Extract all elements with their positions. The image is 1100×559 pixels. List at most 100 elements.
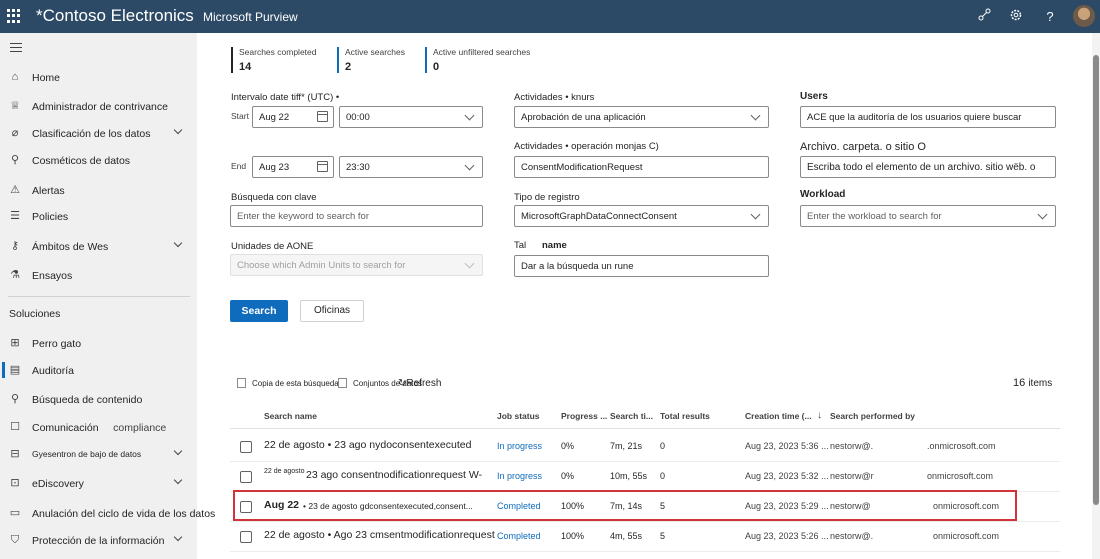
- org-name[interactable]: *Contoso Electronics: [36, 6, 194, 26]
- column-header-search-time[interactable]: Search ti...: [610, 411, 653, 421]
- search-name-input[interactable]: Dar a la búsqueda un rune: [514, 255, 769, 277]
- top-bar: *Contoso Electronics Microsoft Purview ?: [0, 0, 1100, 33]
- stat-value: 0: [433, 61, 440, 73]
- date-range-label: Intervalo date tiff* (UTC) •: [231, 92, 340, 103]
- refresh-button[interactable]: ↻Refresh: [398, 378, 441, 389]
- sidebar-item-label: Ensayos: [32, 270, 73, 282]
- section-label-solutions: Soluciones: [9, 308, 61, 320]
- row-creation-time: Aug 23, 2023 5:26 ...: [745, 531, 829, 541]
- sidebar-item-alerts[interactable]: ⚠ Alertas: [0, 179, 197, 203]
- keyword-input[interactable]: Enter the keyword to search for: [230, 205, 483, 227]
- sidebar-item-data-loss-prevention[interactable]: ⊟ Gyesentron de bajo de datos: [0, 443, 197, 467]
- ediscovery-icon: ⊡: [10, 477, 20, 489]
- workload-select[interactable]: Enter the workload to search for: [800, 205, 1056, 227]
- column-header-job-status[interactable]: Job status: [497, 411, 540, 421]
- row-search-name[interactable]: 22 de agosto • Ago 23 cmsentmodification…: [264, 529, 495, 541]
- search-button[interactable]: Search: [230, 300, 288, 322]
- row-search-time: 10m, 55s: [610, 471, 648, 481]
- scrollbar-thumb[interactable]: [1093, 55, 1099, 505]
- search-icon: ⚲: [10, 393, 20, 405]
- sidebar-item-roles-scopes[interactable]: ⚷ Ámbitos de Wes: [0, 235, 197, 259]
- sort-descending-icon[interactable]: ↓: [817, 410, 822, 421]
- end-date-picker[interactable]: Aug 23: [252, 156, 334, 178]
- admin-units-select[interactable]: Choose which Admin Units to search for: [230, 254, 483, 276]
- sliders-icon: ☰: [10, 210, 20, 222]
- sidebar-item-data-lifecycle[interactable]: ▭ Anulación del ciclo de vida de los dat…: [0, 502, 216, 526]
- stat-value: 2: [345, 61, 352, 73]
- activities-select[interactable]: Aprobación de una aplicación: [514, 106, 769, 128]
- file-folder-site-input[interactable]: Escriba todo el elemento de un archivo. …: [800, 156, 1056, 178]
- stat-active-unfiltered-searches: Active unfiltered searches 0: [425, 47, 530, 73]
- sidebar-item-catalog[interactable]: ⊞ Perro gato: [0, 332, 197, 356]
- record-type-label: Tipo de registro: [514, 192, 580, 203]
- sidebar-item-label: Alertas: [32, 185, 65, 197]
- page-scrollbar[interactable]: [1092, 33, 1100, 559]
- hamburger-icon[interactable]: [10, 43, 22, 55]
- stat-active-searches: Active searches 2: [337, 47, 405, 73]
- row-progress: 100%: [561, 531, 585, 541]
- chevron-down-icon[interactable]: [174, 125, 184, 137]
- row-search-name[interactable]: 23 ago consentnodificationrequest W-: [306, 469, 482, 481]
- admin-units-label: Unidades de AONE: [231, 241, 314, 252]
- chevron-down-icon[interactable]: [174, 238, 184, 250]
- sidebar-item-data-classification[interactable]: ⌀ Clasificación de los datos: [0, 122, 197, 146]
- row-total-results: 5: [660, 531, 666, 541]
- sidebar-item-label: Protección de la información: [32, 535, 165, 547]
- column-header-search-name[interactable]: Search name: [264, 411, 317, 421]
- lock-icon: ⊟: [10, 448, 20, 460]
- operations-input[interactable]: ConsentModificationRequest: [514, 156, 769, 178]
- connections-icon[interactable]: [975, 8, 993, 26]
- app-name[interactable]: Microsoft Purview: [203, 10, 298, 24]
- end-time-select[interactable]: 23:30: [339, 156, 483, 178]
- calendar-icon[interactable]: [317, 161, 328, 172]
- row-performed-by: nestorw@.: [830, 441, 874, 451]
- column-header-total-results[interactable]: Total results: [660, 411, 710, 421]
- row-checkbox[interactable]: [240, 531, 252, 543]
- trophy-icon: ♕: [10, 100, 20, 112]
- column-header-progress[interactable]: Progress ...: [561, 411, 607, 421]
- table-row[interactable]: 22 de agosto • 23 ago nydoconsentexecute…: [230, 432, 1060, 462]
- sidebar-item-compliance-manager[interactable]: ♕ Administrador de contrivance: [0, 95, 197, 119]
- waffle-icon[interactable]: [7, 9, 21, 23]
- chevron-down-icon[interactable]: [174, 475, 184, 487]
- start-time-select[interactable]: 00:00: [339, 106, 483, 128]
- sidebar-item-label: Clasificación de los datos: [32, 128, 151, 140]
- users-input[interactable]: ACE que la auditoría de los usuarios qui…: [800, 106, 1056, 128]
- column-header-performed-by[interactable]: Search performed by: [830, 411, 915, 421]
- chat-icon: ☐: [10, 421, 20, 433]
- sidebar-item-information-protection[interactable]: ⛉ Protección de la información: [0, 529, 197, 553]
- row-checkbox[interactable]: [240, 441, 252, 453]
- key-icon: ⚷: [10, 240, 20, 252]
- table-row[interactable]: 22 de agosto • Ago 23 cmsentmodification…: [230, 522, 1060, 552]
- sidebar-item-ediscovery[interactable]: ⊡ eDiscovery: [0, 472, 197, 496]
- chevron-down-icon[interactable]: [174, 532, 184, 544]
- sidebar-item-label: Perro gato: [32, 338, 82, 350]
- start-date-picker[interactable]: Aug 22: [252, 106, 334, 128]
- table-row[interactable]: 22 de agosto 23 ago consentnodificationr…: [230, 462, 1060, 492]
- calendar-icon[interactable]: [317, 111, 328, 122]
- row-total-results: 0: [660, 441, 666, 451]
- sidebar-item-data-connectors[interactable]: ⚲ Cosméticos de datos: [0, 149, 197, 173]
- sidebar-item-trials[interactable]: ⚗ Ensayos: [0, 264, 197, 288]
- gear-icon[interactable]: [1007, 8, 1025, 26]
- sidebar-item-label: Policies: [32, 211, 69, 223]
- users-label: Users: [800, 91, 828, 102]
- file-folder-site-label: Archivo. carpeta. o sitio O: [800, 141, 926, 153]
- row-checkbox[interactable]: [240, 471, 252, 483]
- chevron-down-icon[interactable]: [174, 446, 184, 458]
- sidebar-item-label: Auditoría: [32, 365, 75, 377]
- sidebar-item-home[interactable]: ⌂ Home: [0, 66, 197, 90]
- row-search-name[interactable]: 22 de agosto • 23 ago nydoconsentexecute…: [264, 439, 471, 451]
- sidebar-item-policies[interactable]: ☰ Policies: [0, 205, 197, 229]
- row-creation-time: Aug 23, 2023 5:36 ...: [745, 441, 829, 451]
- help-icon[interactable]: ?: [1041, 8, 1059, 26]
- sidebar-item-communication-compliance[interactable]: ☐ Comunicación compliance: [0, 416, 197, 440]
- column-header-creation-time[interactable]: Creation time (...: [745, 411, 812, 421]
- clear-button[interactable]: Oficinas: [300, 300, 364, 322]
- sidebar-item-audit[interactable]: ▤ Auditoría: [0, 359, 197, 383]
- operations-label: Actividades • operación monjas C): [514, 141, 659, 152]
- record-type-select[interactable]: MicrosoftGraphDataConnectConsent: [514, 205, 769, 227]
- copy-search-button[interactable]: Copia de esta búsqueda: [237, 378, 339, 388]
- avatar[interactable]: [1073, 5, 1095, 27]
- sidebar-item-content-search[interactable]: ⚲ Búsqueda de contenido: [0, 388, 197, 412]
